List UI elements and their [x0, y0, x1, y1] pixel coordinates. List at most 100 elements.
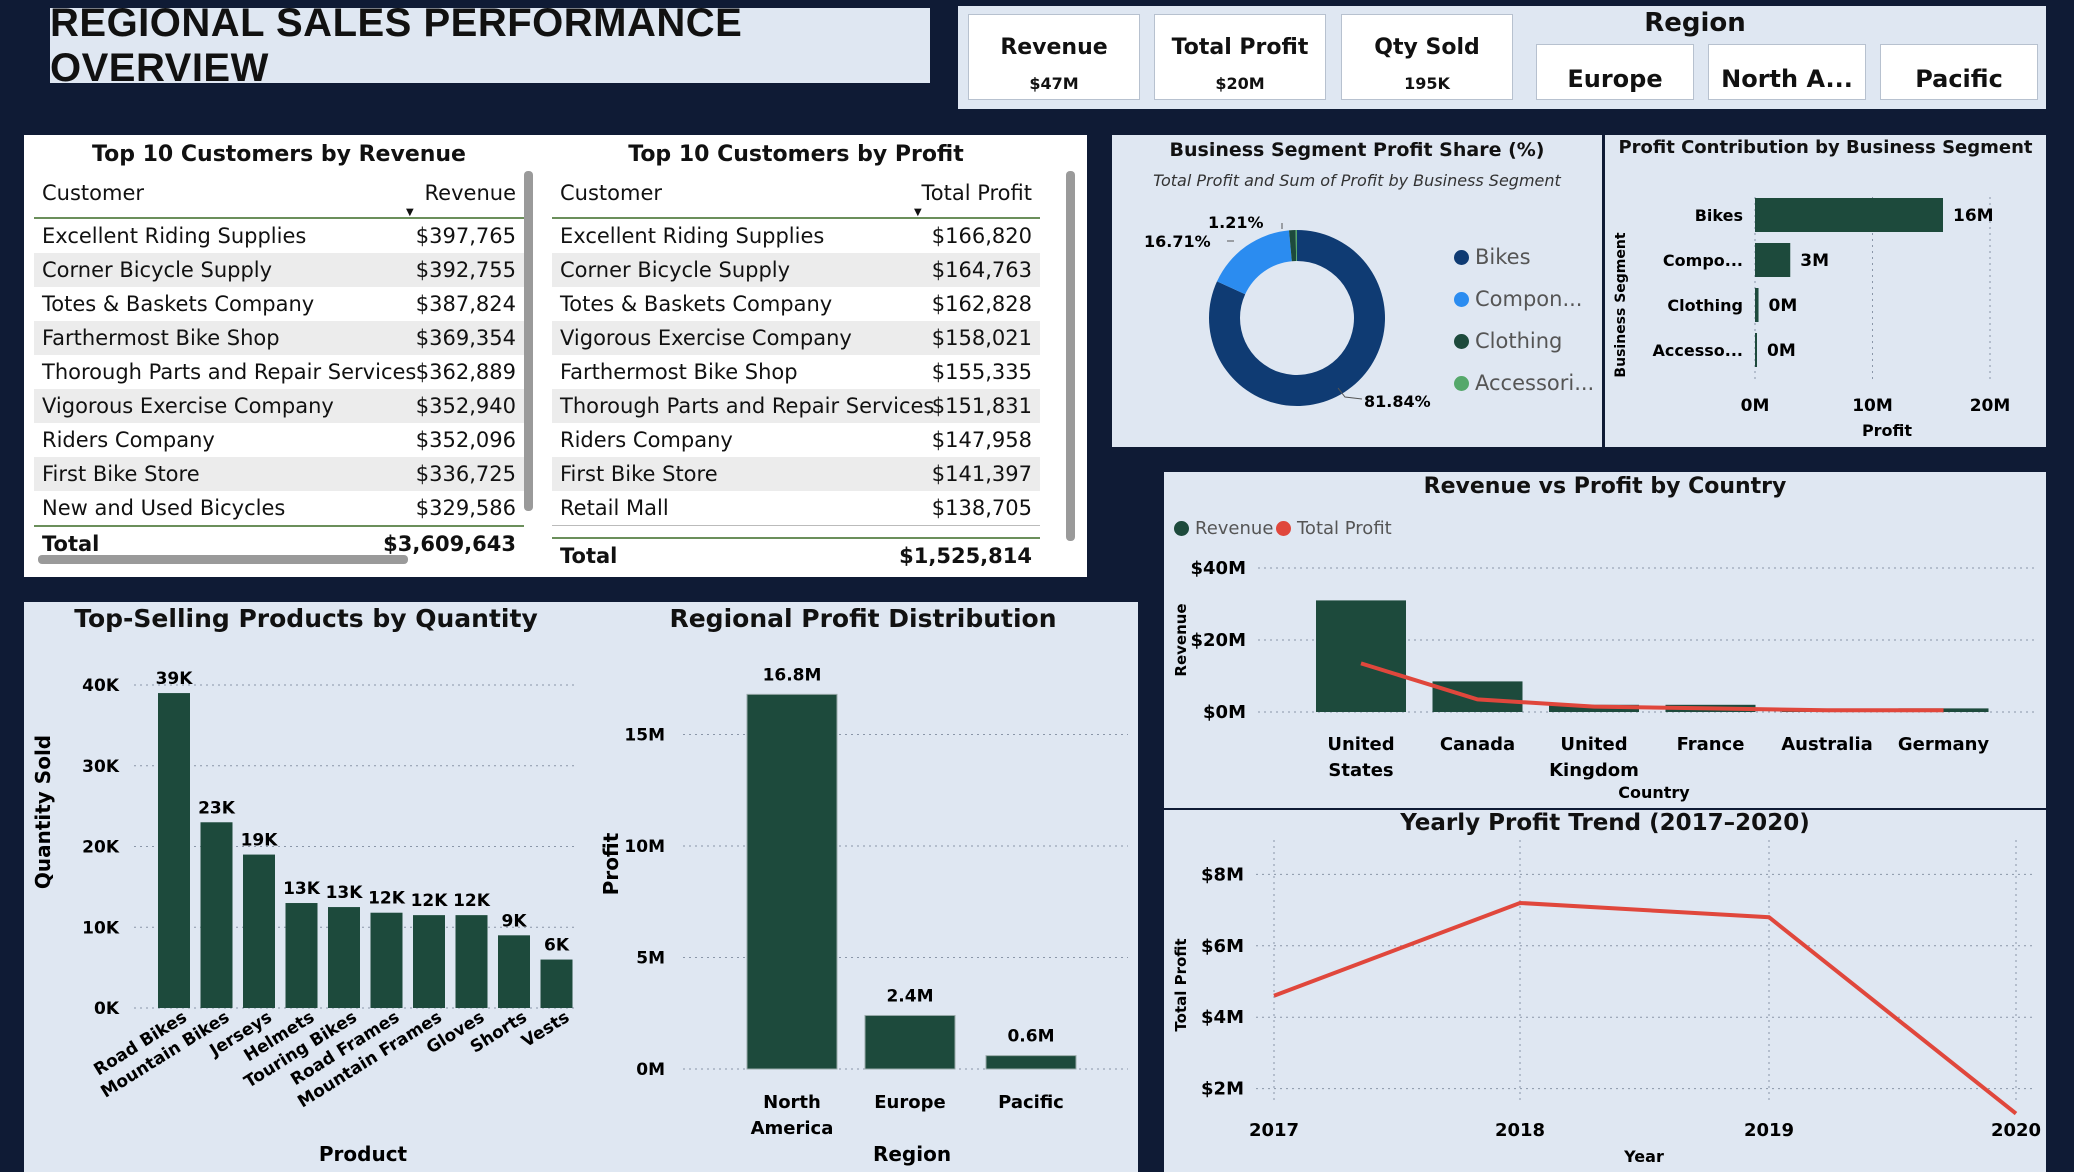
region-option-north-america[interactable]: North A...	[1708, 44, 1866, 100]
x-tick-label: 2017	[1249, 1120, 1299, 1141]
cell-customer: New and Used Bicycles	[42, 496, 286, 520]
cell-value: $362,889	[415, 360, 516, 384]
y-tick-label: $4M	[1201, 1007, 1244, 1028]
region-option-europe[interactable]: Europe	[1536, 44, 1694, 100]
bar-accesso[interactable]	[1755, 333, 1757, 367]
bar-road-frames[interactable]	[370, 912, 403, 1008]
table-row[interactable]: Vigorous Exercise Company $158,021	[552, 321, 1040, 355]
x-tick-label: 2020	[1991, 1120, 2041, 1141]
cell-customer: Riders Company	[42, 428, 215, 452]
bar-compo[interactable]	[1755, 243, 1791, 277]
bar-road-bikes[interactable]	[158, 693, 190, 1008]
table-row[interactable]: Totes & Baskets Company $387,824	[34, 287, 524, 321]
revenue-bar-canada[interactable]	[1432, 681, 1523, 712]
cell-value: $397,765	[415, 224, 516, 248]
bar-clothing[interactable]	[1755, 288, 1759, 322]
kpi-label: Qty Sold	[1374, 35, 1480, 60]
legend-item-bikes[interactable]: Bikes	[1454, 245, 1531, 269]
table-profit-vertical-scrollbar[interactable]	[1066, 171, 1075, 541]
cell-customer: Vigorous Exercise Company	[42, 394, 334, 418]
cell-customer: Thorough Parts and Repair Services	[42, 360, 417, 384]
table-row[interactable]: Vigorous Exercise Company $352,940	[34, 389, 524, 423]
y-tick-label: 5M	[636, 949, 665, 969]
x-axis-label: Region	[873, 1142, 951, 1166]
data-label: 16.8M	[763, 665, 822, 685]
data-label: 0.6M	[1007, 1027, 1054, 1047]
x-axis-label: Country	[1618, 783, 1690, 802]
y-tick-label: Accesso...	[1653, 341, 1743, 360]
y-tick-label: $40M	[1191, 558, 1247, 579]
total-label: Total	[560, 544, 618, 568]
bar-gloves[interactable]	[455, 915, 488, 1008]
kpi-card-qty-sold: Qty Sold 195K	[1341, 14, 1513, 100]
table-row[interactable]: Farthermost Bike Shop $369,354	[34, 321, 524, 355]
y-tick-label: 20K	[82, 838, 120, 858]
legend-item-components[interactable]: Compon...	[1454, 287, 1582, 311]
table-row[interactable]: Excellent Riding Supplies $166,820	[552, 219, 1040, 253]
data-label: 12K	[453, 891, 491, 911]
column-header-revenue[interactable]: Revenue	[425, 181, 516, 205]
region-slicer-title: Region	[1644, 8, 1746, 38]
column-header-total-profit[interactable]: Total Profit	[922, 181, 1033, 205]
partially-hidden-row	[552, 525, 1040, 537]
legend-item-accessories[interactable]: Accessori...	[1454, 371, 1594, 395]
bar-pacific[interactable]	[985, 1055, 1077, 1070]
x-tick-label: Kingdom	[1549, 760, 1639, 781]
top-products-bar-chart[interactable]: 0K10K20K30K40K 39KRoad Bikes23KMountain B…	[24, 602, 588, 1172]
region-option-pacific[interactable]: Pacific	[1880, 44, 2038, 100]
data-label: 39K	[156, 669, 194, 689]
table-row[interactable]: Corner Bicycle Supply $164,763	[552, 253, 1040, 287]
cell-value: $329,586	[415, 496, 516, 520]
bar-shorts[interactable]	[498, 935, 530, 1008]
table-row[interactable]: Thorough Parts and Repair Services $362,8…	[34, 355, 524, 389]
data-label: 6K	[544, 936, 570, 956]
segment-bar-chart[interactable]: 0M 10M 20M Bikes 16M Compo... 3M Clothing 0M Acce…	[1605, 135, 2046, 447]
column-header-customer[interactable]: Customer	[560, 181, 662, 205]
table-row[interactable]: Totes & Baskets Company $162,828	[552, 287, 1040, 321]
x-tick-label: Canada	[1440, 734, 1515, 755]
y-tick-label: Bikes	[1695, 206, 1743, 225]
data-label: 12K	[368, 889, 406, 909]
table-row[interactable]: New and Used Bicycles $329,586	[34, 491, 524, 525]
table-row[interactable]: Retail Mall $138,705	[552, 491, 1040, 525]
y-tick-label: 0K	[94, 999, 120, 1019]
x-axis-label: Year	[1623, 1147, 1664, 1166]
bar-europe[interactable]	[864, 1014, 956, 1070]
table-revenue-vertical-scrollbar[interactable]	[524, 171, 533, 511]
bar-north-america[interactable]	[746, 693, 838, 1070]
table-row[interactable]: Riders Company $352,096	[34, 423, 524, 457]
table-row[interactable]: Corner Bicycle Supply $392,755	[34, 253, 524, 287]
bar-jerseys[interactable]	[243, 854, 275, 1008]
data-label: 9K	[501, 911, 527, 931]
table-row[interactable]: Farthermost Bike Shop $155,335	[552, 355, 1040, 389]
bar-bikes[interactable]	[1755, 198, 1943, 232]
table-row[interactable]: First Bike Store $336,725	[34, 457, 524, 491]
bar-touring-bikes[interactable]	[328, 907, 360, 1008]
revenue-vs-profit-chart[interactable]: $0M $20M $40M United States Canada United Kingd…	[1164, 472, 2046, 808]
table-row[interactable]: Riders Company $147,958	[552, 423, 1040, 457]
cell-customer: Excellent Riding Supplies	[42, 224, 307, 248]
yearly-profit-line-chart[interactable]: $2M $4M $6M $8M 2017 2018 2019 2020 Year Total Pr…	[1164, 810, 2046, 1172]
bar-mountain-frames[interactable]	[413, 915, 445, 1008]
legend-item-clothing[interactable]: Clothing	[1454, 329, 1562, 353]
table-row[interactable]: First Bike Store $141,397	[552, 457, 1040, 491]
legend-swatch	[1454, 249, 1469, 265]
table-row[interactable]: Excellent Riding Supplies $397,765	[34, 219, 524, 253]
table-row[interactable]: Thorough Parts and Repair Services $151,8…	[552, 389, 1040, 423]
kpi-value: $20M	[1215, 74, 1265, 93]
data-label: 3M	[1800, 251, 1829, 271]
bar-vests[interactable]	[540, 959, 573, 1008]
revenue-bar-united-states[interactable]	[1316, 600, 1406, 712]
y-axis-label: Total Profit	[1172, 938, 1190, 1031]
kpi-value: $47M	[1029, 74, 1079, 93]
donut-slice-components[interactable]	[1217, 230, 1292, 295]
table-revenue-horizontal-scrollbar[interactable]	[38, 555, 408, 564]
regional-profit-bar-chart[interactable]: 0M 5M 10M 15M 16.8M North America 2.4M Europe 0.6…	[588, 602, 1138, 1172]
kpi-card-total-profit: Total Profit $20M	[1154, 14, 1326, 100]
cell-customer: Totes & Baskets Company	[42, 292, 315, 316]
cell-value: $369,354	[415, 326, 516, 350]
column-header-customer[interactable]: Customer	[42, 181, 144, 205]
bar-mountain-bikes[interactable]	[200, 822, 233, 1008]
cell-value: $352,096	[415, 428, 516, 452]
bar-helmets[interactable]	[285, 903, 318, 1008]
